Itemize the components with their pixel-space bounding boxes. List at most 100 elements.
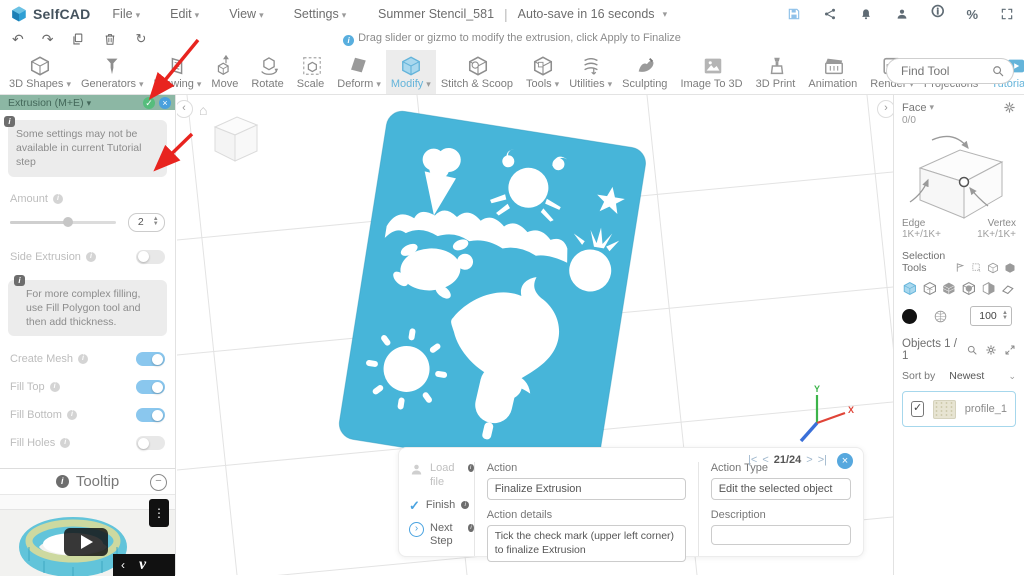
sort-select[interactable]: Newest ⌄ <box>949 370 1016 382</box>
tool-image-to-3d[interactable]: Image To 3D <box>675 50 750 94</box>
tolerance-input-box[interactable]: ▲▼ <box>970 306 1012 326</box>
expand-icon[interactable] <box>1004 344 1016 356</box>
finish-step[interactable]: ✓ Finish i <box>409 498 474 513</box>
close-tutorial-button[interactable]: × <box>837 453 853 469</box>
topbar-right-icons: 🛈 % <box>787 0 1014 28</box>
divider: | <box>504 6 508 22</box>
marquee-select-icon[interactable] <box>971 262 982 273</box>
grow-selection-icon[interactable] <box>987 262 999 274</box>
video-menu-icon[interactable]: ⋮ <box>149 499 169 527</box>
tolerance-input[interactable] <box>974 309 1003 323</box>
amount-input[interactable] <box>128 215 153 230</box>
view-cube[interactable] <box>201 109 265 167</box>
tool-scale[interactable]: Scale <box>292 50 333 94</box>
description-value[interactable] <box>710 525 852 545</box>
object-list-item-profile-1[interactable]: ✓ profile_1 <box>902 391 1016 427</box>
play-button[interactable] <box>64 528 108 556</box>
chevron-down-icon[interactable]: ▾ <box>663 9 668 20</box>
cancel-extrusion-button[interactable]: × <box>159 96 171 109</box>
vimeo-logo[interactable]: v <box>139 556 146 574</box>
menu-settings[interactable]: Settings ▾ <box>294 7 347 21</box>
collapse-right-panel-handle[interactable]: › <box>877 100 893 118</box>
slider-handle[interactable] <box>63 216 73 227</box>
tutorial-video-thumbnail[interactable]: ⋮ ‹ v <box>0 495 175 576</box>
amount-slider[interactable] <box>10 216 116 227</box>
info-icon: i <box>461 500 470 509</box>
gear-icon[interactable] <box>985 344 997 356</box>
side-extrusion-toggle[interactable] <box>136 249 165 264</box>
tool-drawing[interactable]: Drawing ▾ <box>149 50 207 94</box>
fill-bottom-toggle[interactable] <box>136 408 165 423</box>
mesh-sphere-icon[interactable] <box>933 309 948 324</box>
menu-edit[interactable]: Edit ▾ <box>170 7 199 21</box>
extrusion-panel-header[interactable]: Extrusion (M+E) ▾ ✓ × <box>0 95 175 110</box>
color-swatch[interactable] <box>902 308 917 324</box>
action-details-value[interactable]: Tick the check mark (upper left corner) … <box>486 525 686 563</box>
shrink-selection-icon[interactable] <box>1004 262 1016 274</box>
tool-sculpting[interactable]: Sculpting <box>617 50 675 94</box>
next-step-button[interactable]: › Next Step i <box>409 521 474 550</box>
menu-view[interactable]: View ▾ <box>229 7 263 21</box>
edge-label[interactable]: Edge <box>902 218 941 229</box>
menu-file[interactable]: File ▾ <box>112 7 140 21</box>
info-icon[interactable]: 🛈 <box>931 3 944 25</box>
3d-viewport[interactable]: ‹ ⌂ › Y X |< < 21/24 > >| × Load file i <box>177 95 893 575</box>
video-back-icon[interactable]: ‹ <box>121 558 125 572</box>
tooltip-title: Tooltip <box>75 473 120 490</box>
load-file-step[interactable]: Load file i <box>409 462 474 490</box>
nav-next-button[interactable]: > <box>806 454 812 466</box>
find-tool-input[interactable] <box>899 63 989 79</box>
tool-modify[interactable]: Modify ▾ <box>385 50 436 94</box>
home-view-icon[interactable]: ⌂ <box>199 102 207 118</box>
selfcad-logo[interactable]: SelfCAD <box>10 5 90 23</box>
chevron-down-icon[interactable]: ▾ <box>929 102 934 113</box>
action-type-value[interactable]: Edit the selected object <box>710 478 852 500</box>
step-down-icon[interactable]: ▼ <box>153 221 159 227</box>
select-cube-mode-icon[interactable] <box>902 281 918 296</box>
find-tool-search[interactable] <box>886 58 1014 84</box>
create-mesh-toggle[interactable] <box>136 352 165 367</box>
stepper-arrows[interactable]: ▲ ▼ <box>1002 310 1008 321</box>
stepper-arrows[interactable]: ▲ ▼ <box>153 216 159 227</box>
tool-utilities[interactable]: Utilities ▾ <box>564 50 617 94</box>
nav-prev-button[interactable]: < <box>762 454 768 466</box>
autosave-status[interactable]: Auto-save in 16 seconds <box>518 7 655 21</box>
share-icon[interactable] <box>823 7 837 21</box>
tool-animation[interactable]: Animation <box>803 50 865 94</box>
object-visibility-checkbox[interactable]: ✓ <box>911 401 925 417</box>
fullscreen-icon[interactable] <box>1000 7 1014 21</box>
plane-mode-icon[interactable] <box>1000 281 1016 296</box>
nav-last-button[interactable]: >| <box>818 454 827 466</box>
lattice-mode-icon[interactable] <box>922 281 938 296</box>
action-value[interactable]: Finalize Extrusion <box>486 478 686 500</box>
vertex-count: 1K+/1K+ <box>977 229 1016 240</box>
account-icon[interactable] <box>895 7 909 21</box>
shortcuts-icon[interactable]: % <box>966 7 978 22</box>
save-icon[interactable] <box>787 7 801 21</box>
half-cube-mode-icon[interactable] <box>981 281 997 296</box>
sphere-in-cube-mode-icon[interactable] <box>961 281 977 296</box>
tool-stitch-scoop[interactable]: Stitch & Scoop <box>436 50 521 94</box>
search-icon[interactable] <box>991 64 1005 78</box>
utilities-icon <box>583 57 598 75</box>
fill-holes-toggle[interactable] <box>136 436 165 451</box>
tool-tools[interactable]: Tools ▾ <box>521 50 564 94</box>
tool-rotate[interactable]: Rotate <box>246 50 291 94</box>
notifications-icon[interactable] <box>859 7 873 21</box>
tool-3d-shapes[interactable]: 3D Shapes ▾ <box>4 50 76 94</box>
vertex-label[interactable]: Vertex <box>977 218 1016 229</box>
gear-icon[interactable] <box>1003 101 1016 114</box>
tool-generators[interactable]: Generators ▾ <box>76 50 149 94</box>
collapse-tooltip-button[interactable]: − <box>150 474 167 491</box>
face-label[interactable]: Face <box>902 102 926 114</box>
tool-move[interactable]: Move <box>206 50 246 94</box>
tool-deform[interactable]: Deform ▾ <box>332 50 386 94</box>
search-icon[interactable] <box>966 344 978 356</box>
amount-input-box[interactable]: ▲▼ <box>127 212 165 232</box>
tool-3d-print[interactable]: 3D Print <box>751 50 804 94</box>
flag-select-icon[interactable] <box>955 262 966 273</box>
apply-extrusion-button[interactable]: ✓ <box>143 96 155 109</box>
dense-mesh-mode-icon[interactable] <box>941 281 957 296</box>
nav-first-button[interactable]: |< <box>748 454 757 466</box>
fill-top-toggle[interactable] <box>136 380 165 395</box>
